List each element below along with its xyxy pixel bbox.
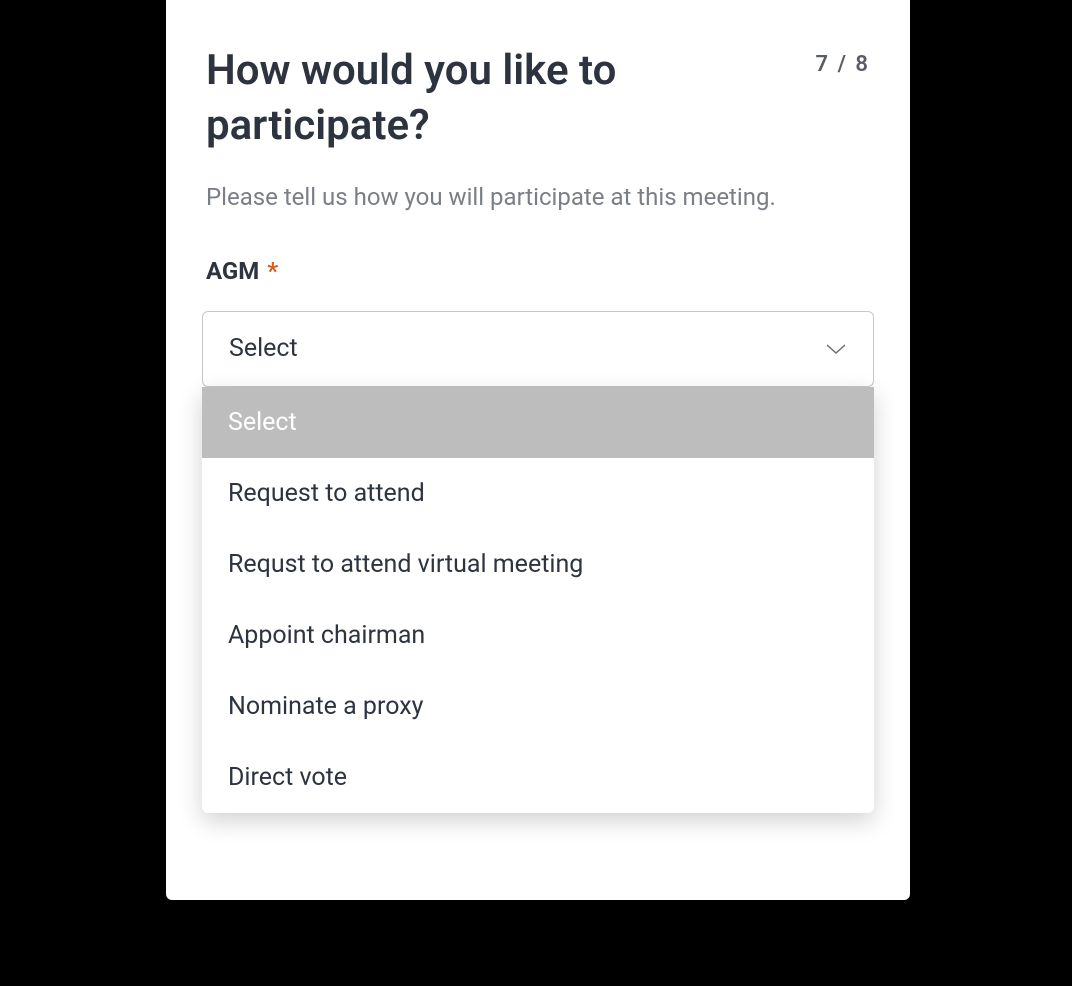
agm-label: AGM	[206, 257, 259, 285]
required-indicator: *	[267, 257, 278, 285]
agm-option[interactable]: Select	[202, 387, 874, 458]
agm-select-value: Select	[229, 334, 298, 363]
agm-option[interactable]: Nominate a proxy	[202, 671, 874, 742]
agm-select[interactable]: Select	[202, 311, 874, 387]
page-title: How would you like to participate?	[206, 44, 726, 153]
agm-option[interactable]: Request to attend	[202, 458, 874, 529]
chevron-down-icon	[825, 338, 847, 360]
subtitle-text: Please tell us how you will participate …	[166, 153, 910, 215]
agm-select-wrapper: Select SelectRequest to attendRequst to …	[202, 311, 874, 387]
agm-option[interactable]: Requst to attend virtual meeting	[202, 529, 874, 600]
form-card: How would you like to participate? 7 / 8…	[166, 0, 910, 900]
field-label-row: AGM *	[166, 215, 910, 285]
agm-option[interactable]: Direct vote	[202, 742, 874, 813]
agm-dropdown: SelectRequest to attendRequst to attend …	[202, 387, 874, 813]
step-counter: 7 / 8	[816, 52, 870, 77]
agm-option[interactable]: Appoint chairman	[202, 600, 874, 671]
header-row: How would you like to participate? 7 / 8	[166, 0, 910, 153]
